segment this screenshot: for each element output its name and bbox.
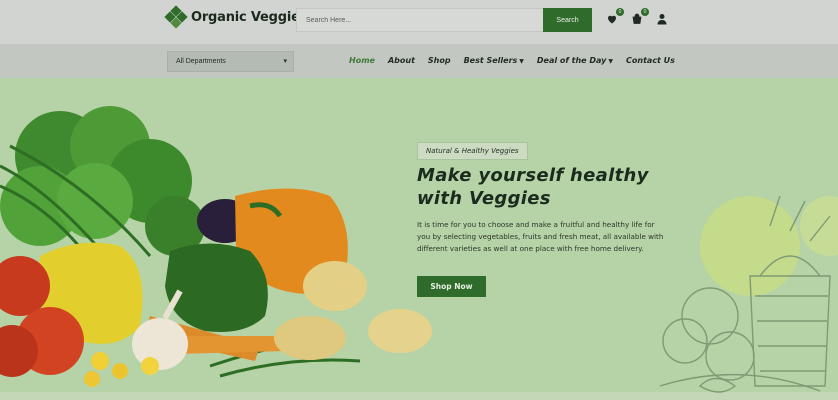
hero-description: It is time for you to choose and make a … bbox=[417, 220, 664, 254]
main-navbar: All Departments ▾ Home About Shop Best S… bbox=[0, 44, 838, 78]
chevron-down-icon: ▾ bbox=[283, 58, 287, 65]
search-button[interactable]: Search bbox=[543, 8, 592, 32]
user-icon bbox=[657, 14, 667, 25]
top-header: Organic Veggies Search 0 0 bbox=[0, 0, 838, 44]
cart-button[interactable]: 0 bbox=[630, 8, 649, 26]
nav-item-contact-us[interactable]: Contact Us bbox=[626, 56, 675, 65]
wishlist-button[interactable]: 0 bbox=[605, 8, 624, 26]
nav-item-label: Deal of the Day bbox=[536, 56, 607, 65]
nav-item-shop[interactable]: Shop bbox=[428, 56, 451, 65]
department-select-value: All Departments bbox=[176, 58, 226, 65]
logo[interactable]: Organic Veggies bbox=[164, 5, 308, 29]
hero-headline: Make yourself healthy with Veggies bbox=[417, 164, 677, 210]
logo-icon bbox=[164, 5, 188, 29]
cart-count-badge: 0 bbox=[641, 8, 649, 16]
nav-item-best-sellers[interactable]: Best Sellers ▼ bbox=[464, 56, 524, 65]
nav-item-label: Contact Us bbox=[626, 56, 675, 65]
nav-item-label: Best Sellers bbox=[463, 56, 518, 65]
lettuce-illustration bbox=[0, 106, 205, 256]
hero-tag: Natural & Healthy Veggies bbox=[417, 142, 528, 160]
hero-banner: Natural & Healthy Veggies Make yourself … bbox=[0, 78, 838, 400]
nav-item-about[interactable]: About bbox=[388, 56, 415, 65]
vegetables-image bbox=[0, 106, 432, 387]
logo-text: Organic Veggies bbox=[191, 9, 308, 25]
nav-menu: Home About Shop Best Sellers ▼ Deal of th… bbox=[349, 56, 688, 65]
shop-now-button[interactable]: Shop Now bbox=[417, 276, 486, 297]
search-bar: Search bbox=[296, 8, 592, 32]
chevron-down-icon: ▼ bbox=[608, 58, 614, 65]
nav-item-label: Home bbox=[349, 56, 375, 65]
nav-item-label: About bbox=[387, 56, 415, 65]
search-input[interactable] bbox=[296, 8, 543, 32]
hero-headline-line2: with Veggies bbox=[417, 188, 551, 209]
nav-item-label: Shop bbox=[427, 56, 451, 65]
hero-headline-line1: Make yourself healthy bbox=[417, 165, 649, 186]
account-button[interactable] bbox=[655, 12, 669, 26]
vegetable-basket-sketch bbox=[659, 195, 838, 393]
department-select[interactable]: All Departments ▾ bbox=[167, 51, 294, 72]
wishlist-count-badge: 0 bbox=[616, 8, 624, 16]
nav-item-deal-of-the-day[interactable]: Deal of the Day ▼ bbox=[537, 56, 613, 65]
nav-item-home[interactable]: Home bbox=[349, 56, 375, 65]
chevron-down-icon: ▼ bbox=[519, 58, 524, 65]
